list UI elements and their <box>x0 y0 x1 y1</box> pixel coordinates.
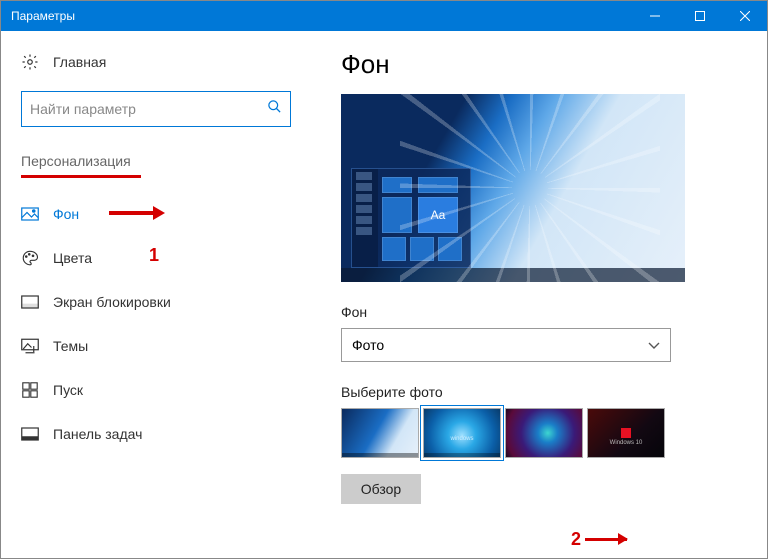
sidebar: Главная Персонализация Фон 1 <box>1 31 311 558</box>
home-button[interactable]: Главная <box>21 53 291 71</box>
palette-icon <box>21 249 39 267</box>
titlebar: Параметры <box>1 1 767 31</box>
annotation-arrow-2 <box>585 538 627 541</box>
search-input[interactable] <box>30 101 267 117</box>
preview-taskbar <box>341 268 685 282</box>
nav-taskbar[interactable]: Панель задач <box>21 412 291 456</box>
nav-label: Пуск <box>53 382 83 398</box>
thumbnail-1[interactable] <box>341 408 419 458</box>
dropdown-value: Фото <box>352 337 384 353</box>
thumbnail-3[interactable] <box>505 408 583 458</box>
category-label: Персонализация <box>21 153 291 169</box>
preview-start-menu: Aa <box>351 168 471 268</box>
close-button[interactable] <box>722 1 767 31</box>
background-preview: Aa <box>341 94 685 282</box>
lockscreen-icon <box>21 293 39 311</box>
minimize-icon <box>650 11 660 21</box>
page-title: Фон <box>341 49 737 80</box>
window-controls <box>632 1 767 31</box>
annotation-underline <box>21 175 141 178</box>
nav-themes[interactable]: Темы <box>21 324 291 368</box>
browse-button[interactable]: Обзор <box>341 474 421 504</box>
gear-icon <box>21 53 39 71</box>
maximize-button[interactable] <box>677 1 722 31</box>
photo-thumbnails: windows <box>341 408 737 458</box>
home-label: Главная <box>53 54 106 70</box>
background-type-label: Фон <box>341 304 737 320</box>
taskbar-icon <box>21 425 39 443</box>
background-type-dropdown[interactable]: Фото <box>341 328 671 362</box>
thumbnail-4[interactable] <box>587 408 665 458</box>
themes-icon <box>21 337 39 355</box>
nav-label: Темы <box>53 338 88 354</box>
thumbnail-2[interactable]: windows <box>423 408 501 458</box>
nav-background[interactable]: Фон <box>21 192 291 236</box>
search-box[interactable] <box>21 91 291 127</box>
settings-window: Параметры Главная <box>0 0 768 559</box>
choose-photo-label: Выберите фото <box>341 384 737 400</box>
picture-icon <box>21 205 39 223</box>
maximize-icon <box>695 11 705 21</box>
nav-label: Фон <box>53 206 79 222</box>
nav-lockscreen[interactable]: Экран блокировки <box>21 280 291 324</box>
minimize-button[interactable] <box>632 1 677 31</box>
nav-colors[interactable]: Цвета <box>21 236 291 280</box>
content-pane: Фон Aa Фон Фото <box>311 31 767 558</box>
preview-sample-text: Aa <box>418 197 458 233</box>
annotation-number-2: 2 <box>571 529 581 550</box>
search-icon <box>267 99 282 119</box>
nav-start[interactable]: Пуск <box>21 368 291 412</box>
window-title: Параметры <box>1 9 75 23</box>
start-icon <box>21 381 39 399</box>
annotation-arrow-1 <box>107 198 167 228</box>
chevron-down-icon <box>648 337 660 353</box>
nav-label: Панель задач <box>53 426 142 442</box>
close-icon <box>740 11 750 21</box>
nav-label: Экран блокировки <box>53 294 171 310</box>
annotation-2: 2 <box>571 529 627 550</box>
nav-label: Цвета <box>53 250 92 266</box>
